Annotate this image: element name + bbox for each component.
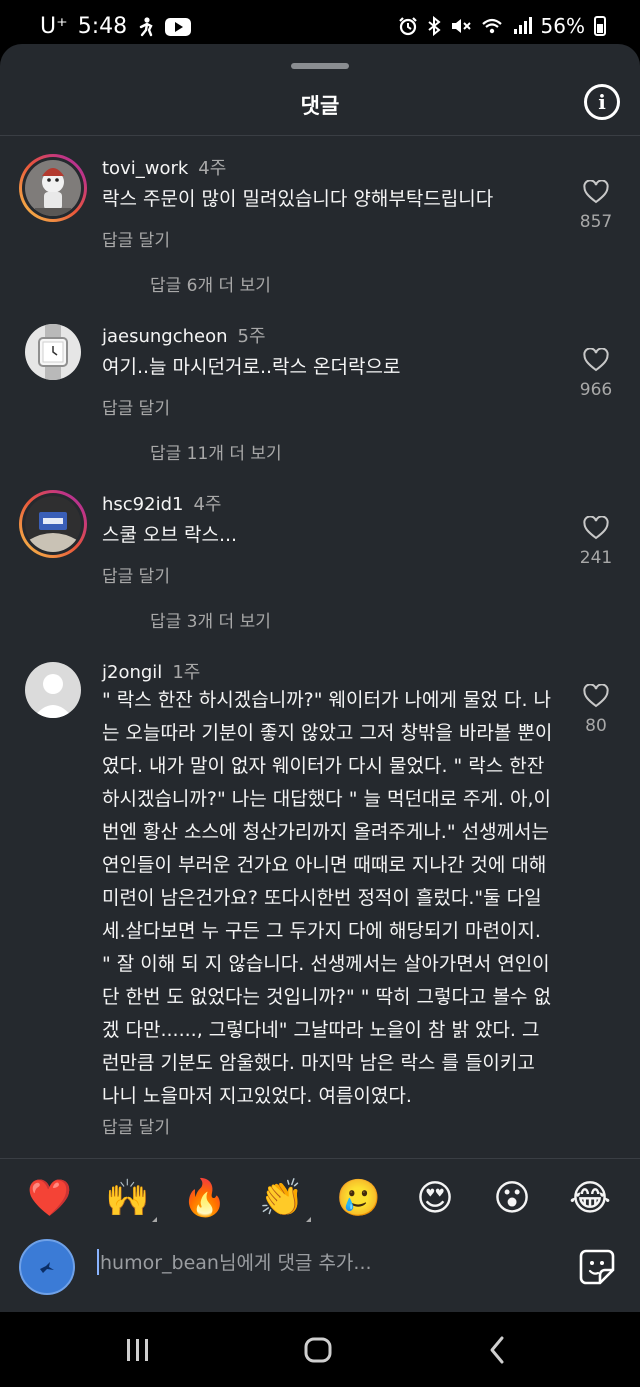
sticker-button[interactable] [578, 1248, 616, 1286]
reply-button[interactable]: 답글 달기 [102, 394, 170, 419]
clock: 5:48 [77, 14, 128, 39]
accessibility-icon [139, 16, 153, 36]
comments-sheet: 댓글 i tovi_work 4주 락스 주문이 많이 밀려있습니다 양해부탁드립… [0, 44, 640, 1312]
avatar[interactable] [19, 154, 87, 222]
comment-text: 여기..늘 마시던거로..락스 온더락으로 [102, 356, 401, 378]
comment-time: 4주 [198, 158, 227, 179]
comment-time: 4주 [193, 494, 222, 515]
mute-icon [451, 19, 471, 33]
heart-icon[interactable] [583, 180, 609, 204]
text-caret [97, 1249, 99, 1275]
bluetooth-icon [427, 16, 441, 36]
reply-button[interactable]: 답글 달기 [102, 226, 170, 251]
avatar[interactable] [19, 490, 87, 558]
avatar[interactable] [25, 324, 81, 380]
battery-percent: 56% [540, 14, 585, 38]
heart-icon[interactable] [583, 516, 609, 540]
like-count: 241 [579, 548, 613, 568]
comment-header: hsc92id1 4주 [102, 490, 221, 516]
carrier-label: U⁺ [40, 14, 68, 39]
emoji-sad-button[interactable]: 🥲 [336, 1177, 381, 1221]
info-icon: i [598, 90, 606, 114]
comment-header: jaesungcheon 5주 [102, 322, 266, 348]
like-count: 80 [585, 716, 607, 736]
signal-icon [513, 17, 532, 34]
recents-button[interactable] [118, 1334, 158, 1366]
emoji-clap: 👏 [259, 1178, 304, 1219]
comment-text: 락스 주문이 많이 밀려있습니다 양해부탁드립니다 [102, 188, 494, 210]
comment-header: j2ongil 1주 [102, 658, 200, 684]
home-icon [304, 1337, 332, 1363]
heart-icon[interactable] [583, 684, 609, 708]
like-count: 966 [579, 380, 613, 400]
emoji-fire-button[interactable]: 🔥 [182, 1177, 227, 1221]
reply-button[interactable]: 답글 달기 [102, 562, 170, 587]
emoji-laugh-button[interactable]: 😂 [568, 1177, 612, 1221]
emoji-raised-hands-button[interactable]: 🙌 [105, 1177, 157, 1225]
wifi-icon [481, 18, 502, 34]
comment-input[interactable] [100, 1248, 560, 1278]
bird-icon [40, 1262, 54, 1273]
view-more-replies-button[interactable]: 답글 11개 더 보기 [150, 439, 282, 464]
like-group: 241 [576, 516, 616, 568]
default-avatar-icon [25, 662, 81, 718]
comment-username[interactable]: tovi_work [102, 158, 188, 179]
like-group: 966 [576, 348, 616, 400]
view-more-replies-button[interactable]: 답글 3개 더 보기 [150, 607, 271, 632]
sticker-icon [579, 1249, 615, 1285]
back-icon [490, 1336, 504, 1364]
my-avatar [19, 1239, 75, 1295]
home-button[interactable] [298, 1334, 338, 1366]
sheet-title: 댓글 [300, 94, 340, 118]
like-count: 857 [579, 212, 613, 232]
comment-text: 스쿨 오브 락스... [102, 524, 238, 546]
divider [0, 135, 640, 136]
emoji-raised-hands: 🙌 [105, 1178, 150, 1219]
youtube-icon [165, 17, 192, 36]
comment-text: " 락스 한잔 하시겠습니까?" 웨이터가 나에게 물었 다. 나는 오늘따라 … [102, 689, 553, 1107]
view-more-replies-button[interactable]: 답글 6개 더 보기 [150, 271, 271, 296]
emoji-heart-button[interactable]: ❤️ [27, 1177, 72, 1221]
emoji-surprised-button[interactable]: 😮 [490, 1177, 534, 1221]
emoji-clap-button[interactable]: 👏 [259, 1177, 311, 1225]
reply-button[interactable]: 답글 달기 [102, 1113, 170, 1138]
comment-username[interactable]: jaesungcheon [102, 326, 228, 347]
like-group: 857 [576, 180, 616, 232]
avatar[interactable] [25, 662, 81, 718]
comment-username[interactable]: j2ongil [102, 662, 162, 683]
alarm-icon [398, 17, 417, 36]
info-button[interactable]: i [584, 84, 620, 120]
heart-icon[interactable] [583, 348, 609, 372]
system-nav-bar [0, 1312, 640, 1387]
drag-handle[interactable] [291, 63, 349, 69]
recents-icon [127, 1339, 148, 1361]
comment-time: 1주 [172, 662, 201, 683]
comment-time: 5주 [237, 326, 266, 347]
battery-icon [594, 16, 606, 36]
back-button[interactable] [478, 1334, 518, 1366]
comment-username[interactable]: hsc92id1 [102, 494, 183, 515]
comment-input-row [0, 1222, 640, 1312]
comment-header: tovi_work 4주 [102, 154, 226, 180]
emoji-heart-eyes-button[interactable]: 😍 [413, 1177, 457, 1221]
like-group: 80 [576, 684, 616, 736]
